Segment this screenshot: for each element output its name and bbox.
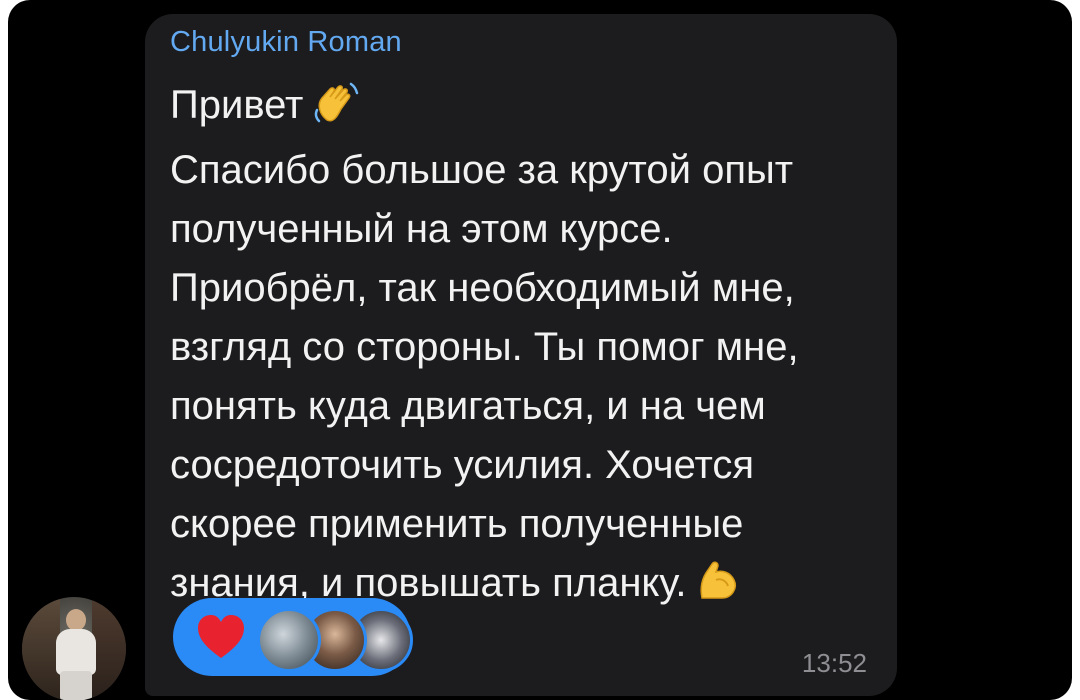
sender-name[interactable]: Chulyukin Roman bbox=[170, 26, 402, 59]
message-timestamp: 13:52 bbox=[801, 648, 867, 678]
message-line: Спасибо большое за крутой опыт bbox=[170, 148, 794, 192]
heart-icon bbox=[198, 615, 244, 658]
sender-avatar[interactable] bbox=[22, 597, 126, 700]
flexed-biceps-icon bbox=[696, 558, 740, 619]
message-line: Привет bbox=[170, 76, 880, 141]
message-line-text: Привет bbox=[170, 83, 304, 127]
chat-screen: Chulyukin Roman Привет Спасибо большое з… bbox=[8, 0, 1072, 700]
message-line: сосредоточить усилия. Хочется bbox=[170, 443, 755, 487]
avatar-person-legs bbox=[60, 671, 92, 700]
message-line: Приобрёл, так необходимый мне, bbox=[170, 266, 795, 310]
avatar-background-right bbox=[92, 597, 126, 700]
message-line: скорее применить полученные bbox=[170, 502, 744, 546]
message-line: понять куда двигаться, и на чем bbox=[170, 384, 766, 428]
message-line: полученный на этом курсе. bbox=[170, 207, 673, 251]
reaction-pill[interactable] bbox=[173, 598, 413, 676]
waving-hand-icon bbox=[313, 80, 359, 141]
message-bubble[interactable]: Chulyukin Roman Привет Спасибо большое з… bbox=[145, 14, 897, 696]
message-line: взгляд со стороны. Ты помог мне, bbox=[170, 325, 799, 369]
reactor-avatar-1 bbox=[257, 608, 321, 672]
avatar-person-body bbox=[56, 629, 96, 675]
avatar-person-head bbox=[66, 609, 86, 631]
avatar-background-left bbox=[22, 597, 60, 700]
message-text: Привет Спасибо большое за крутой опыт по… bbox=[170, 76, 880, 619]
